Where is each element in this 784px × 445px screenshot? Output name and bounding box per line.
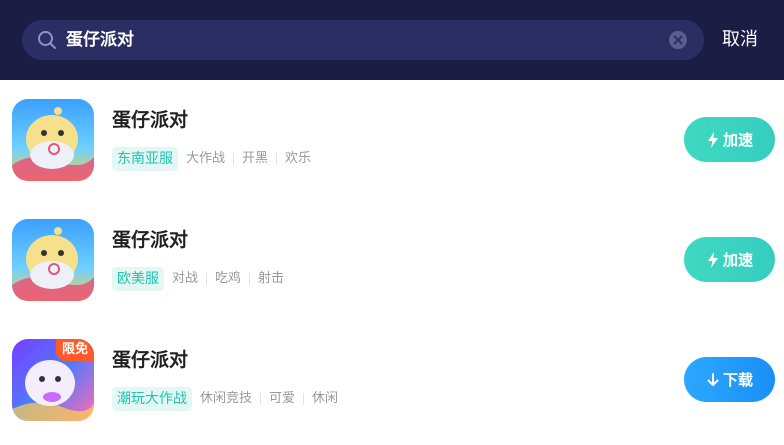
cancel-button[interactable]: 取消: [722, 22, 758, 58]
region-tag: 潮玩大作战: [112, 387, 192, 411]
tag-divider: [276, 153, 278, 165]
genre-tag: 对战: [172, 271, 199, 286]
genre-tag: 开黑: [242, 151, 269, 166]
tag-divider: [260, 393, 262, 405]
app-name: 蛋仔派对: [112, 109, 189, 131]
egg-party-icon: [12, 219, 94, 301]
genre-tag: 可爱: [269, 391, 296, 406]
app-icon[interactable]: 限免: [12, 339, 94, 421]
accelerate-button[interactable]: 加速: [684, 117, 775, 162]
tag-divider: [303, 393, 305, 405]
search-query[interactable]: 蛋仔派对: [66, 20, 134, 60]
search-input[interactable]: 蛋仔派对: [22, 20, 704, 60]
genre-tag: 欢乐: [285, 151, 312, 166]
genre-tag: 大作战: [186, 151, 226, 166]
accelerate-label: 加速: [722, 251, 753, 269]
lightning-icon: [707, 131, 718, 148]
region-tag: 东南亚服: [112, 147, 178, 171]
genre-tag: 休闲: [312, 391, 339, 406]
genre-tag: 吃鸡: [215, 271, 242, 286]
lightning-icon: [707, 251, 718, 268]
tag-list: 东南亚服 大作战 开黑 欢乐: [112, 147, 311, 171]
genre-tag: 休闲竞技: [200, 391, 253, 406]
tag-divider: [249, 273, 251, 285]
accelerate-label: 加速: [722, 131, 753, 149]
app-icon[interactable]: [12, 219, 94, 301]
tag-divider: [233, 153, 235, 165]
app-icon[interactable]: [12, 99, 94, 181]
egg-party-icon: [12, 99, 94, 181]
free-limited-badge: 限免: [55, 339, 94, 361]
tag-list: 潮玩大作战 休闲竞技 可爱 休闲: [112, 387, 338, 411]
download-arrow-icon: [707, 372, 719, 386]
app-name: 蛋仔派对: [112, 349, 189, 371]
region-tag: 欧美服: [112, 267, 164, 291]
clear-icon[interactable]: [669, 31, 687, 49]
accelerate-button[interactable]: 加速: [684, 237, 775, 282]
list-item[interactable]: 蛋仔派对 欧美服 对战 吃鸡 射击 加速: [0, 200, 784, 320]
tag-divider: [206, 273, 208, 285]
app-name: 蛋仔派对: [112, 229, 189, 251]
genre-tag: 射击: [258, 271, 285, 286]
download-label: 下载: [722, 371, 753, 389]
top-bar: 蛋仔派对 取消: [0, 0, 784, 80]
list-item[interactable]: 限免 蛋仔派对 潮玩大作战 休闲竞技 可爱 休闲 下载: [0, 320, 784, 440]
list-item[interactable]: 蛋仔派对 东南亚服 大作战 开黑 欢乐 加速: [0, 80, 784, 200]
tag-list: 欧美服 对战 吃鸡 射击: [112, 267, 284, 291]
download-button[interactable]: 下载: [684, 357, 775, 402]
search-icon: [38, 31, 56, 49]
